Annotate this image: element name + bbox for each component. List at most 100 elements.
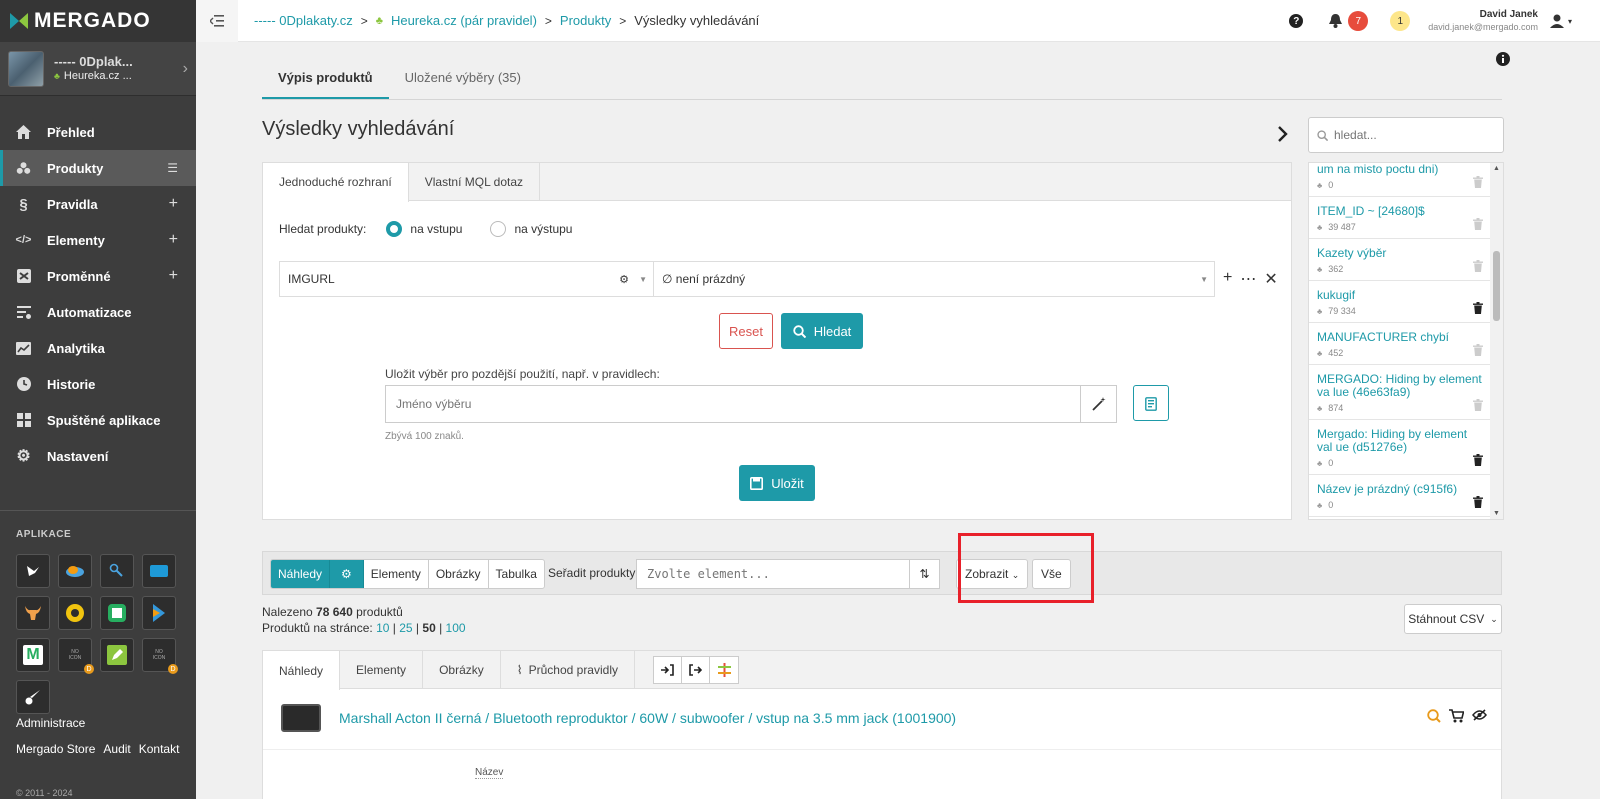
app-stethoscope-icon[interactable] [100, 554, 134, 588]
magic-wand-icon[interactable] [1080, 386, 1116, 422]
tab-ulozene-vybery[interactable]: Uložené výběry (35) [389, 58, 537, 99]
saved-selection-item[interactable]: MERGADO: Hiding by element va lue (46e63… [1309, 365, 1491, 420]
list-icon[interactable]: ☰ [167, 161, 178, 175]
trash-icon[interactable] [1473, 454, 1483, 466]
saved-selection-name[interactable]: Kazety výběr [1317, 247, 1483, 260]
tab-previews[interactable]: Náhledy [263, 651, 341, 690]
app-bird-icon[interactable] [16, 554, 50, 588]
view-previews-button[interactable]: Náhledy [271, 560, 331, 588]
view-settings-button[interactable]: ⚙ [330, 560, 364, 588]
nav-item-automatizace[interactable]: Automatizace [0, 294, 196, 330]
user-avatar-icon[interactable]: ▾ [1549, 14, 1572, 28]
chevron-right-icon[interactable] [1278, 126, 1288, 142]
search-detail-icon[interactable] [1427, 709, 1441, 723]
radio-input[interactable] [386, 221, 403, 237]
trash-icon[interactable] [1473, 218, 1483, 230]
saved-selection-name[interactable]: Název je prázdný (c915f6) [1317, 483, 1483, 496]
user-info[interactable]: David Janek david.janek@mergado.com [1428, 9, 1538, 33]
contact-link[interactable]: Kontakt [139, 742, 180, 756]
tab-simple-interface[interactable]: Jednoduché rozhraní [263, 163, 409, 202]
cart-icon[interactable] [1449, 709, 1464, 723]
saved-selection-item[interactable]: Mergado: Hiding by element val ue (d5127… [1309, 420, 1491, 475]
add-icon[interactable]: + [169, 267, 178, 285]
trash-icon[interactable] [1473, 496, 1483, 508]
nav-item-produkty[interactable]: Produkty ☰ [0, 150, 196, 186]
store-link[interactable]: Mergado Store [16, 742, 95, 756]
saved-selections-search-input[interactable] [1334, 128, 1494, 142]
scroll-down-icon[interactable]: ▼ [1493, 510, 1500, 517]
trash-icon[interactable] [1473, 344, 1483, 356]
element-select[interactable]: IMGURL ⚙ ▼ [280, 262, 654, 296]
help-icon[interactable]: ? [1289, 14, 1304, 28]
saved-selection-name[interactable]: MERGADO: Hiding by element va lue (46e63… [1317, 373, 1483, 399]
tab-images[interactable]: Obrázky [423, 651, 501, 688]
notification-badge-yellow[interactable]: 1 [1390, 11, 1411, 31]
breadcrumb-project[interactable]: ----- 0Dplakaty.cz [254, 13, 353, 28]
nav-item-nastaveni[interactable]: ⚙ Nastavení [0, 438, 196, 474]
radio-output-label[interactable]: na výstupu [514, 222, 572, 236]
input-icon[interactable] [654, 657, 682, 683]
reset-button[interactable]: Reset [719, 313, 773, 349]
saved-selection-item[interactable]: um na misto poctu dni) ♣ 0 [1309, 163, 1491, 197]
download-csv-button[interactable]: Stáhnout CSV ⌄ [1404, 604, 1502, 634]
view-elements-button[interactable]: Elementy [364, 560, 429, 588]
tab-vypis-produktu[interactable]: Výpis produktů [262, 58, 389, 99]
radio-input-label[interactable]: na vstupu [410, 222, 462, 236]
audit-link[interactable]: Audit [103, 742, 130, 756]
project-switcher[interactable]: ----- 0Dplak... ♣ Heureka.cz ... › [0, 42, 196, 96]
condition-select[interactable]: ∅ není prázdný ▼ [654, 262, 1214, 296]
clipboard-button[interactable] [1133, 385, 1169, 421]
admin-link[interactable]: Administrace [16, 716, 179, 730]
saved-selection-item[interactable]: Název je prázdný (c915f6) ♣ 0 [1309, 475, 1491, 517]
app-gauge-icon[interactable] [58, 596, 92, 630]
per-page-option[interactable]: 25 [399, 621, 412, 635]
view-table-button[interactable]: Tabulka [489, 560, 544, 588]
nav-item-prehled[interactable]: Přehled [0, 114, 196, 150]
app-m-icon[interactable]: M [16, 638, 50, 672]
trash-icon[interactable] [1473, 176, 1483, 188]
breadcrumb-channel[interactable]: Heureka.cz (pár pravidel) [391, 13, 537, 28]
app-arrow-icon[interactable] [142, 596, 176, 630]
selection-name-input[interactable] [386, 386, 1080, 422]
saved-selection-name[interactable]: Mergado: Hiding by element val ue (d5127… [1317, 428, 1483, 454]
add-condition-icon[interactable]: + [1223, 269, 1232, 289]
nav-item-elementy[interactable]: </> Elementy + [0, 222, 196, 258]
saved-selection-item[interactable]: kukugif ♣ 79 334 [1309, 281, 1491, 323]
nav-item-historie[interactable]: Historie [0, 366, 196, 402]
per-page-option[interactable]: 100 [446, 621, 466, 635]
app-pencil-icon[interactable] [100, 638, 134, 672]
product-title-link[interactable]: Marshall Acton II černá / Bluetooth repr… [339, 710, 956, 726]
saved-list-scrollbar[interactable]: ▲ ▼ [1490, 163, 1503, 519]
remove-condition-icon[interactable]: ✕ [1264, 269, 1277, 289]
app-bull-icon[interactable] [16, 596, 50, 630]
trash-icon[interactable] [1473, 302, 1483, 314]
saved-selection-name[interactable]: kukugif [1317, 289, 1483, 302]
app-cloud-icon[interactable] [58, 554, 92, 588]
menu-toggle-icon[interactable] [196, 0, 238, 42]
notification-badge-red[interactable]: 7 [1348, 11, 1369, 31]
scrollbar-thumb[interactable] [1493, 251, 1500, 321]
saved-selection-name[interactable]: MANUFACTURER chybí [1317, 331, 1483, 344]
saved-selection-item[interactable]: Kazety výběr ♣ 362 [1309, 239, 1491, 281]
bell-icon[interactable] [1329, 14, 1343, 28]
app-no-icon-icon[interactable]: NO ICON D [142, 638, 178, 674]
radio-output[interactable] [490, 221, 507, 237]
scroll-up-icon[interactable]: ▲ [1493, 165, 1500, 172]
per-page-option[interactable]: 10 [376, 621, 389, 635]
more-icon[interactable]: ⋯ [1240, 269, 1256, 289]
nav-item-analytika[interactable]: Analytika [0, 330, 196, 366]
logo[interactable]: MERGADO [0, 0, 196, 42]
saved-selection-item[interactable]: ITEM_ID ~ [24680]$ ♣ 39 487 [1309, 197, 1491, 239]
app-ring-icon[interactable] [100, 596, 134, 630]
nav-item-promenne[interactable]: Proměnné + [0, 258, 196, 294]
nav-item-spustene-aplikace[interactable]: Spuštěné aplikace [0, 402, 196, 438]
trash-icon[interactable] [1473, 399, 1483, 411]
saved-selection-name[interactable]: ITEM_ID ~ [24680]$ [1317, 205, 1483, 218]
app-no-icon-icon[interactable]: NO ICON D [58, 638, 94, 674]
compare-icon[interactable] [710, 657, 738, 683]
save-button[interactable]: Uložit [739, 465, 815, 501]
trash-icon[interactable] [1473, 260, 1483, 272]
tab-rules-pass[interactable]: ⌇ Průchod pravidly [501, 651, 635, 688]
output-icon[interactable] [682, 657, 710, 683]
sort-direction-icon[interactable]: ⇅ [909, 560, 939, 588]
